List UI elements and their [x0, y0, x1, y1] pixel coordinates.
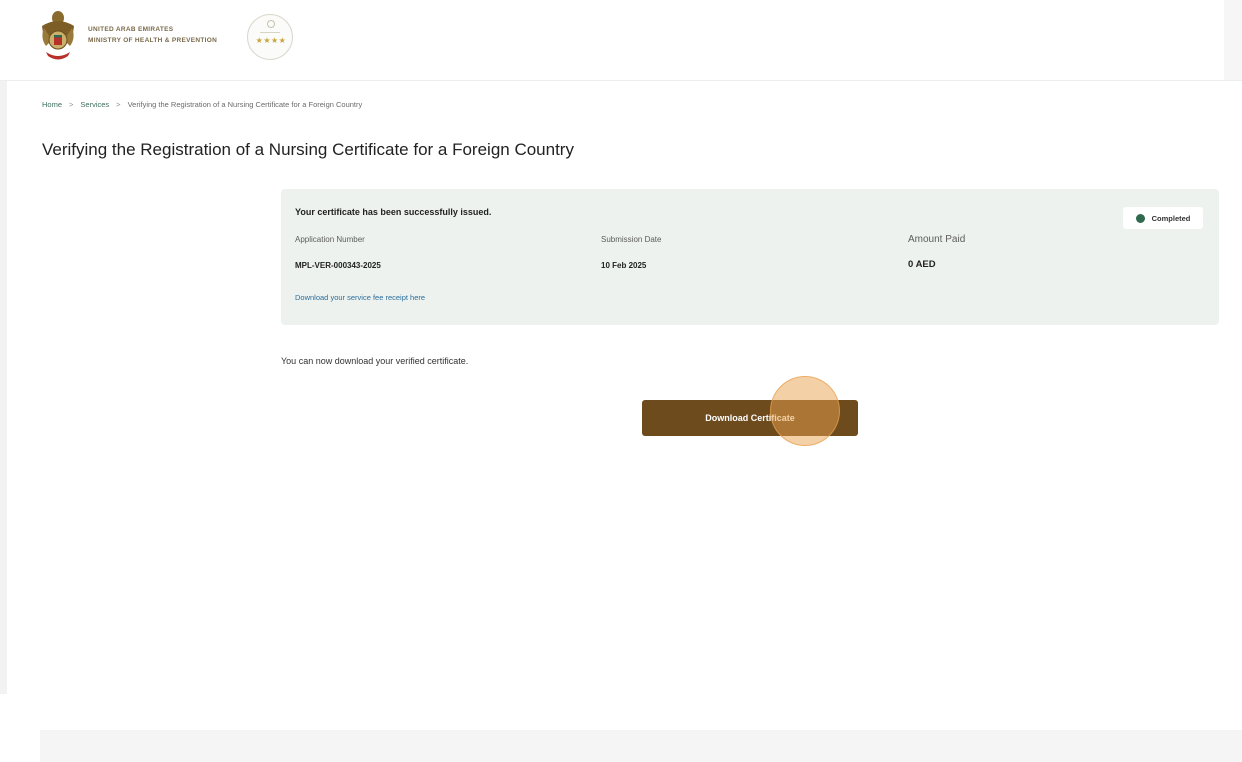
success-message: Your certificate has been successfully i… — [295, 207, 492, 217]
breadcrumb-services[interactable]: Services — [80, 100, 109, 109]
application-number-label: Application Number — [295, 235, 365, 244]
badge-emblem-icon — [267, 20, 275, 28]
status-badge: Completed — [1123, 207, 1203, 229]
rating-badge: ★★★★ — [247, 14, 293, 60]
page-title: Verifying the Registration of a Nursing … — [42, 140, 574, 159]
download-info-text: You can now download your verified certi… — [281, 356, 469, 366]
submission-date-value: 10 Feb 2025 — [601, 261, 647, 270]
uae-emblem-icon[interactable] — [38, 10, 78, 64]
breadcrumb-separator: > — [69, 100, 74, 109]
breadcrumb: Home > Services > Verifying the Registration… — [42, 100, 362, 109]
page: UNITED ARAB EMIRATES MINISTRY OF HEALTH … — [0, 0, 1242, 762]
breadcrumb-current: Verifying the Registration of a Nursing … — [127, 100, 363, 109]
ministry-line-1: UNITED ARAB EMIRATES — [88, 26, 174, 33]
application-number-value: MPL-VER-000343-2025 — [295, 261, 381, 270]
receipt-download-link[interactable]: Download your service fee receipt here — [295, 293, 425, 302]
status-dot-icon — [1135, 213, 1145, 223]
amount-paid-value: 0 AED — [908, 259, 936, 270]
status-card: Your certificate has been successfully i… — [281, 189, 1219, 325]
footer — [40, 730, 1242, 762]
status-label: Completed — [1151, 213, 1191, 223]
left-edge — [0, 0, 7, 694]
star-rating-icon: ★★★★ — [255, 36, 287, 45]
ministry-line-2: MINISTRY OF HEALTH & PREVENTION — [88, 37, 218, 44]
download-certificate-button[interactable]: Download Certificate — [642, 400, 858, 436]
badge-divider — [260, 32, 280, 33]
site-header: UNITED ARAB EMIRATES MINISTRY OF HEALTH … — [0, 0, 1242, 81]
breadcrumb-separator: > — [116, 100, 121, 109]
submission-date-label: Submission Date — [601, 235, 662, 244]
amount-paid-label: Amount Paid — [908, 234, 966, 245]
ministry-name: UNITED ARAB EMIRATES MINISTRY OF HEALTH … — [88, 24, 217, 46]
breadcrumb-home[interactable]: Home — [42, 100, 62, 109]
right-edge — [1224, 0, 1242, 80]
